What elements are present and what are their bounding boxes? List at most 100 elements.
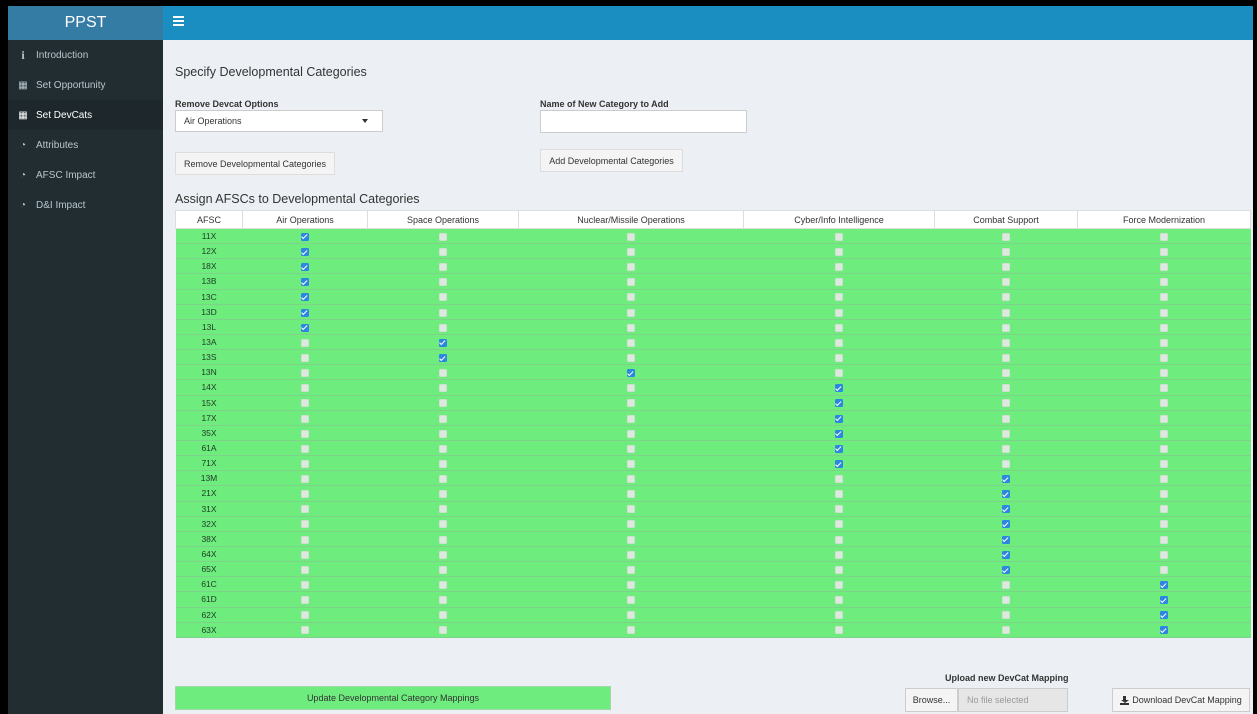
- devcat-checkbox[interactable]: [301, 535, 309, 544]
- devcat-checkbox[interactable]: [1160, 414, 1168, 423]
- devcat-checkbox[interactable]: [627, 232, 635, 241]
- devcat-checkbox[interactable]: [835, 323, 843, 332]
- sidebar-item-introduction[interactable]: i Introduction: [8, 40, 163, 70]
- devcat-checkbox[interactable]: [1002, 293, 1010, 302]
- devcat-checkbox[interactable]: [301, 565, 309, 574]
- app-logo[interactable]: PPST: [8, 6, 163, 40]
- devcat-checkbox[interactable]: [301, 581, 309, 590]
- devcat-checkbox[interactable]: [301, 232, 309, 241]
- sidebar-item-attributes[interactable]: ◔ Attributes: [8, 130, 163, 160]
- devcat-checkbox[interactable]: [301, 293, 309, 302]
- devcat-checkbox[interactable]: [439, 535, 447, 544]
- devcat-checkbox[interactable]: [1002, 384, 1010, 393]
- devcat-checkbox[interactable]: [439, 550, 447, 559]
- devcat-checkbox[interactable]: [1002, 596, 1010, 605]
- devcat-checkbox[interactable]: [1160, 475, 1168, 484]
- file-name-field[interactable]: No file selected: [958, 688, 1068, 712]
- devcat-checkbox[interactable]: [1002, 490, 1010, 499]
- sidebar-item-d-i-impact[interactable]: ◔ D&I Impact: [8, 190, 163, 220]
- devcat-checkbox[interactable]: [627, 293, 635, 302]
- devcat-checkbox[interactable]: [835, 263, 843, 272]
- devcat-checkbox[interactable]: [835, 353, 843, 362]
- devcat-checkbox[interactable]: [439, 308, 447, 317]
- devcat-checkbox[interactable]: [1002, 247, 1010, 256]
- devcat-checkbox[interactable]: [1160, 550, 1168, 559]
- devcat-checkbox[interactable]: [835, 505, 843, 514]
- devcat-checkbox[interactable]: [835, 338, 843, 347]
- devcat-checkbox[interactable]: [439, 278, 447, 287]
- devcat-checkbox[interactable]: [1160, 338, 1168, 347]
- devcat-checkbox[interactable]: [1002, 626, 1010, 635]
- devcat-checkbox[interactable]: [1160, 353, 1168, 362]
- devcat-checkbox[interactable]: [627, 490, 635, 499]
- remove-categories-button[interactable]: Remove Developmental Categories: [175, 152, 335, 175]
- devcat-checkbox[interactable]: [1002, 565, 1010, 574]
- devcat-checkbox[interactable]: [301, 323, 309, 332]
- add-categories-button[interactable]: Add Developmental Categories: [540, 149, 683, 172]
- devcat-checkbox[interactable]: [1160, 459, 1168, 468]
- devcat-checkbox[interactable]: [439, 475, 447, 484]
- devcat-checkbox[interactable]: [301, 384, 309, 393]
- devcat-checkbox[interactable]: [301, 263, 309, 272]
- devcat-checkbox[interactable]: [301, 278, 309, 287]
- devcat-checkbox[interactable]: [301, 505, 309, 514]
- devcat-checkbox[interactable]: [627, 520, 635, 529]
- devcat-checkbox[interactable]: [439, 611, 447, 620]
- devcat-checkbox[interactable]: [1002, 323, 1010, 332]
- devcat-checkbox[interactable]: [1160, 626, 1168, 635]
- devcat-checkbox[interactable]: [1160, 278, 1168, 287]
- devcat-checkbox[interactable]: [301, 475, 309, 484]
- devcat-checkbox[interactable]: [1002, 520, 1010, 529]
- devcat-checkbox[interactable]: [1160, 490, 1168, 499]
- devcat-checkbox[interactable]: [835, 308, 843, 317]
- devcat-checkbox[interactable]: [1160, 611, 1168, 620]
- devcat-checkbox[interactable]: [835, 565, 843, 574]
- devcat-checkbox[interactable]: [439, 626, 447, 635]
- devcat-checkbox[interactable]: [627, 505, 635, 514]
- devcat-checkbox[interactable]: [627, 323, 635, 332]
- devcat-checkbox[interactable]: [439, 232, 447, 241]
- devcat-checkbox[interactable]: [1002, 308, 1010, 317]
- devcat-checkbox[interactable]: [835, 247, 843, 256]
- devcat-checkbox[interactable]: [301, 247, 309, 256]
- devcat-checkbox[interactable]: [627, 611, 635, 620]
- devcat-checkbox[interactable]: [835, 596, 843, 605]
- devcat-checkbox[interactable]: [301, 399, 309, 408]
- devcat-checkbox[interactable]: [439, 459, 447, 468]
- devcat-checkbox[interactable]: [439, 505, 447, 514]
- devcat-checkbox[interactable]: [301, 596, 309, 605]
- devcat-checkbox[interactable]: [627, 550, 635, 559]
- devcat-checkbox[interactable]: [1160, 323, 1168, 332]
- devcat-checkbox[interactable]: [627, 444, 635, 453]
- devcat-checkbox[interactable]: [1002, 414, 1010, 423]
- devcat-checkbox[interactable]: [627, 353, 635, 362]
- devcat-checkbox[interactable]: [627, 626, 635, 635]
- devcat-checkbox[interactable]: [439, 429, 447, 438]
- devcat-checkbox[interactable]: [439, 323, 447, 332]
- devcat-checkbox[interactable]: [1160, 596, 1168, 605]
- devcat-checkbox[interactable]: [301, 444, 309, 453]
- devcat-checkbox[interactable]: [439, 399, 447, 408]
- devcat-checkbox[interactable]: [1002, 353, 1010, 362]
- devcat-checkbox[interactable]: [835, 384, 843, 393]
- devcat-checkbox[interactable]: [1160, 308, 1168, 317]
- devcat-checkbox[interactable]: [439, 596, 447, 605]
- devcat-checkbox[interactable]: [1160, 293, 1168, 302]
- devcat-checkbox[interactable]: [1160, 384, 1168, 393]
- devcat-checkbox[interactable]: [835, 369, 843, 378]
- devcat-checkbox[interactable]: [1160, 505, 1168, 514]
- devcat-checkbox[interactable]: [301, 338, 309, 347]
- devcat-checkbox[interactable]: [1160, 565, 1168, 574]
- devcat-checkbox[interactable]: [627, 475, 635, 484]
- devcat-checkbox[interactable]: [1002, 550, 1010, 559]
- new-category-input[interactable]: [540, 110, 747, 133]
- devcat-checkbox[interactable]: [1160, 581, 1168, 590]
- devcat-checkbox[interactable]: [1002, 475, 1010, 484]
- devcat-checkbox[interactable]: [627, 247, 635, 256]
- devcat-checkbox[interactable]: [439, 263, 447, 272]
- devcat-checkbox[interactable]: [1160, 429, 1168, 438]
- devcat-checkbox[interactable]: [1002, 611, 1010, 620]
- devcat-checkbox[interactable]: [627, 535, 635, 544]
- devcat-checkbox[interactable]: [835, 550, 843, 559]
- devcat-checkbox[interactable]: [835, 611, 843, 620]
